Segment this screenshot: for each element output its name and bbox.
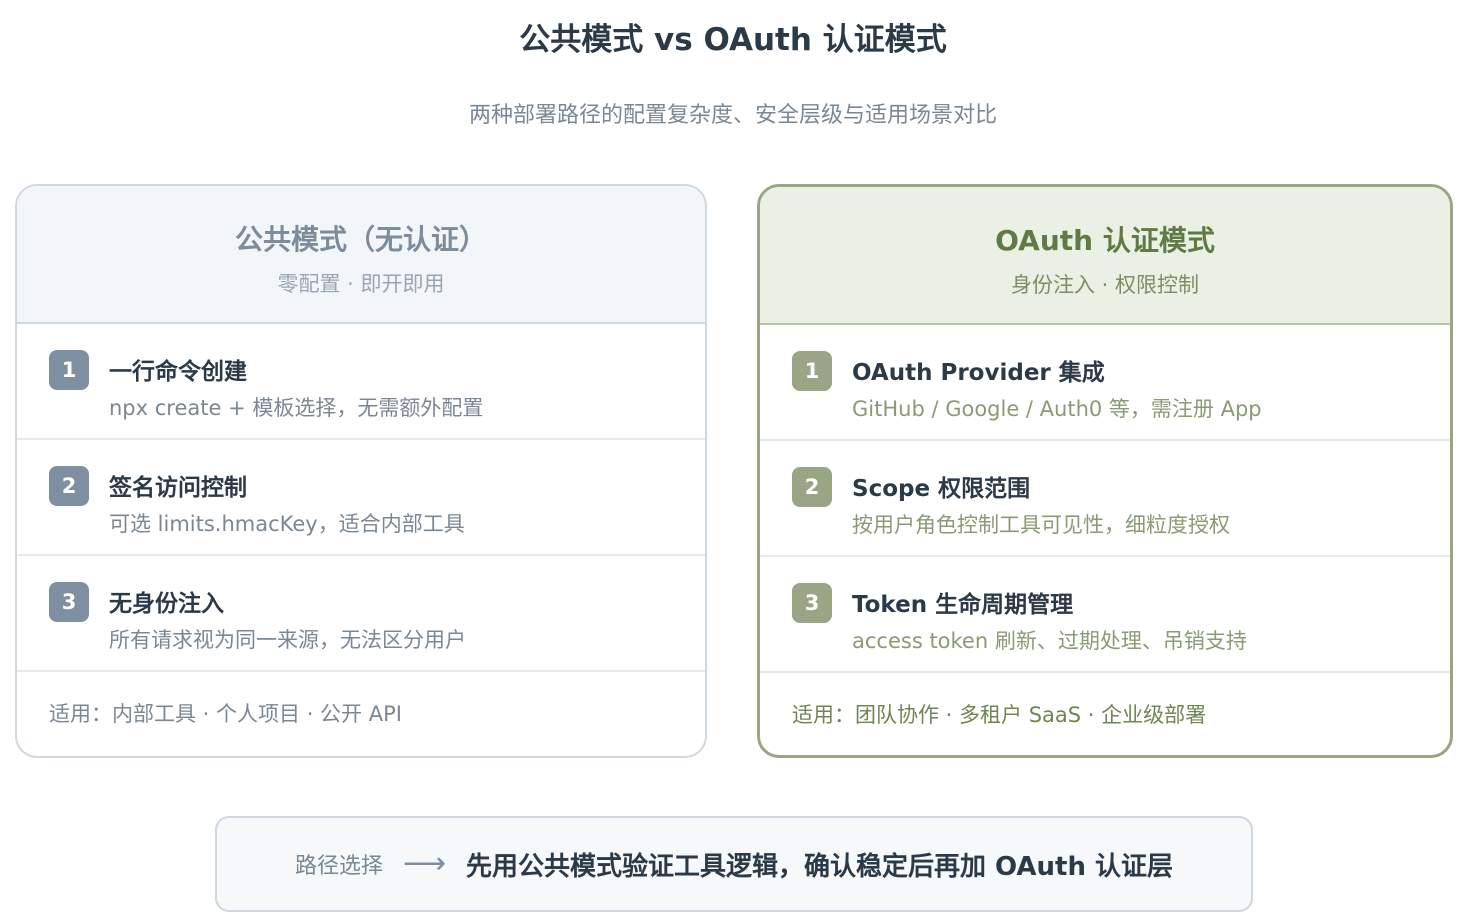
step-title: Scope 权限范围 bbox=[852, 476, 1031, 502]
step-description: 按用户角色控制工具可见性，细粒度授权 bbox=[852, 513, 1230, 537]
public-mode-title: 公共模式（无认证） bbox=[234, 223, 487, 256]
step-description: 所有请求视为同一来源，无法区分用户 bbox=[109, 628, 466, 652]
oauth-step-2: 2 Scope 权限范围 按用户角色控制工具可见性，细粒度授权 bbox=[760, 441, 1450, 557]
step-badge: 1 bbox=[49, 350, 89, 390]
step-badge: 2 bbox=[792, 467, 832, 507]
step-badge: 1 bbox=[792, 351, 832, 391]
public-step-1: 1 一行命令创建 npx create + 模板选择，无需额外配置 bbox=[17, 324, 705, 440]
right-arrow-icon: ⟶ bbox=[402, 846, 446, 881]
path-choice-banner: 路径选择 ⟶ 先用公共模式验证工具逻辑，确认稳定后再加 OAuth 认证层 bbox=[215, 816, 1253, 912]
step-description: GitHub / Google / Auth0 等，需注册 App bbox=[852, 397, 1262, 421]
path-choice-label: 路径选择 bbox=[294, 854, 383, 879]
oauth-mode-subtitle: 身份注入 · 权限控制 bbox=[1010, 273, 1200, 297]
public-mode-subtitle: 零配置 · 即开即用 bbox=[277, 272, 445, 296]
oauth-mode-footer: 适用：团队协作 · 多租户 SaaS · 企业级部署 bbox=[792, 703, 1207, 727]
path-choice-text: 先用公共模式验证工具逻辑，确认稳定后再加 OAuth 认证层 bbox=[465, 851, 1174, 882]
step-title: 一行命令创建 bbox=[109, 359, 247, 385]
step-description: access token 刷新、过期处理、吊销支持 bbox=[852, 629, 1247, 653]
oauth-mode-title: OAuth 认证模式 bbox=[995, 224, 1215, 257]
step-title: 签名访问控制 bbox=[109, 475, 247, 501]
oauth-mode-card: OAuth 认证模式 身份注入 · 权限控制 1 OAuth Provider … bbox=[757, 184, 1453, 758]
public-step-3: 3 无身份注入 所有请求视为同一来源，无法区分用户 bbox=[17, 556, 705, 672]
step-description: npx create + 模板选择，无需额外配置 bbox=[109, 396, 484, 420]
page-title: 公共模式 vs OAuth 认证模式 bbox=[519, 22, 947, 58]
oauth-step-1: 1 OAuth Provider 集成 GitHub / Google / Au… bbox=[760, 325, 1450, 441]
step-badge: 2 bbox=[49, 466, 89, 506]
public-mode-footer: 适用：内部工具 · 个人项目 · 公开 API bbox=[49, 702, 402, 726]
step-title: 无身份注入 bbox=[109, 591, 224, 617]
oauth-mode-header: OAuth 认证模式 身份注入 · 权限控制 bbox=[760, 187, 1450, 325]
public-mode-card: 公共模式（无认证） 零配置 · 即开即用 1 一行命令创建 npx create… bbox=[15, 184, 707, 758]
step-title: Token 生命周期管理 bbox=[852, 592, 1074, 618]
step-badge: 3 bbox=[792, 583, 832, 623]
oauth-step-3: 3 Token 生命周期管理 access token 刷新、过期处理、吊销支持 bbox=[760, 557, 1450, 673]
step-title: OAuth Provider 集成 bbox=[852, 360, 1105, 386]
page-subtitle: 两种部署路径的配置复杂度、安全层级与适用场景对比 bbox=[468, 103, 997, 128]
public-mode-header: 公共模式（无认证） 零配置 · 即开即用 bbox=[17, 186, 705, 324]
step-badge: 3 bbox=[49, 582, 89, 622]
step-description: 可选 limits.hmacKey，适合内部工具 bbox=[109, 512, 465, 536]
public-step-2: 2 签名访问控制 可选 limits.hmacKey，适合内部工具 bbox=[17, 440, 705, 556]
